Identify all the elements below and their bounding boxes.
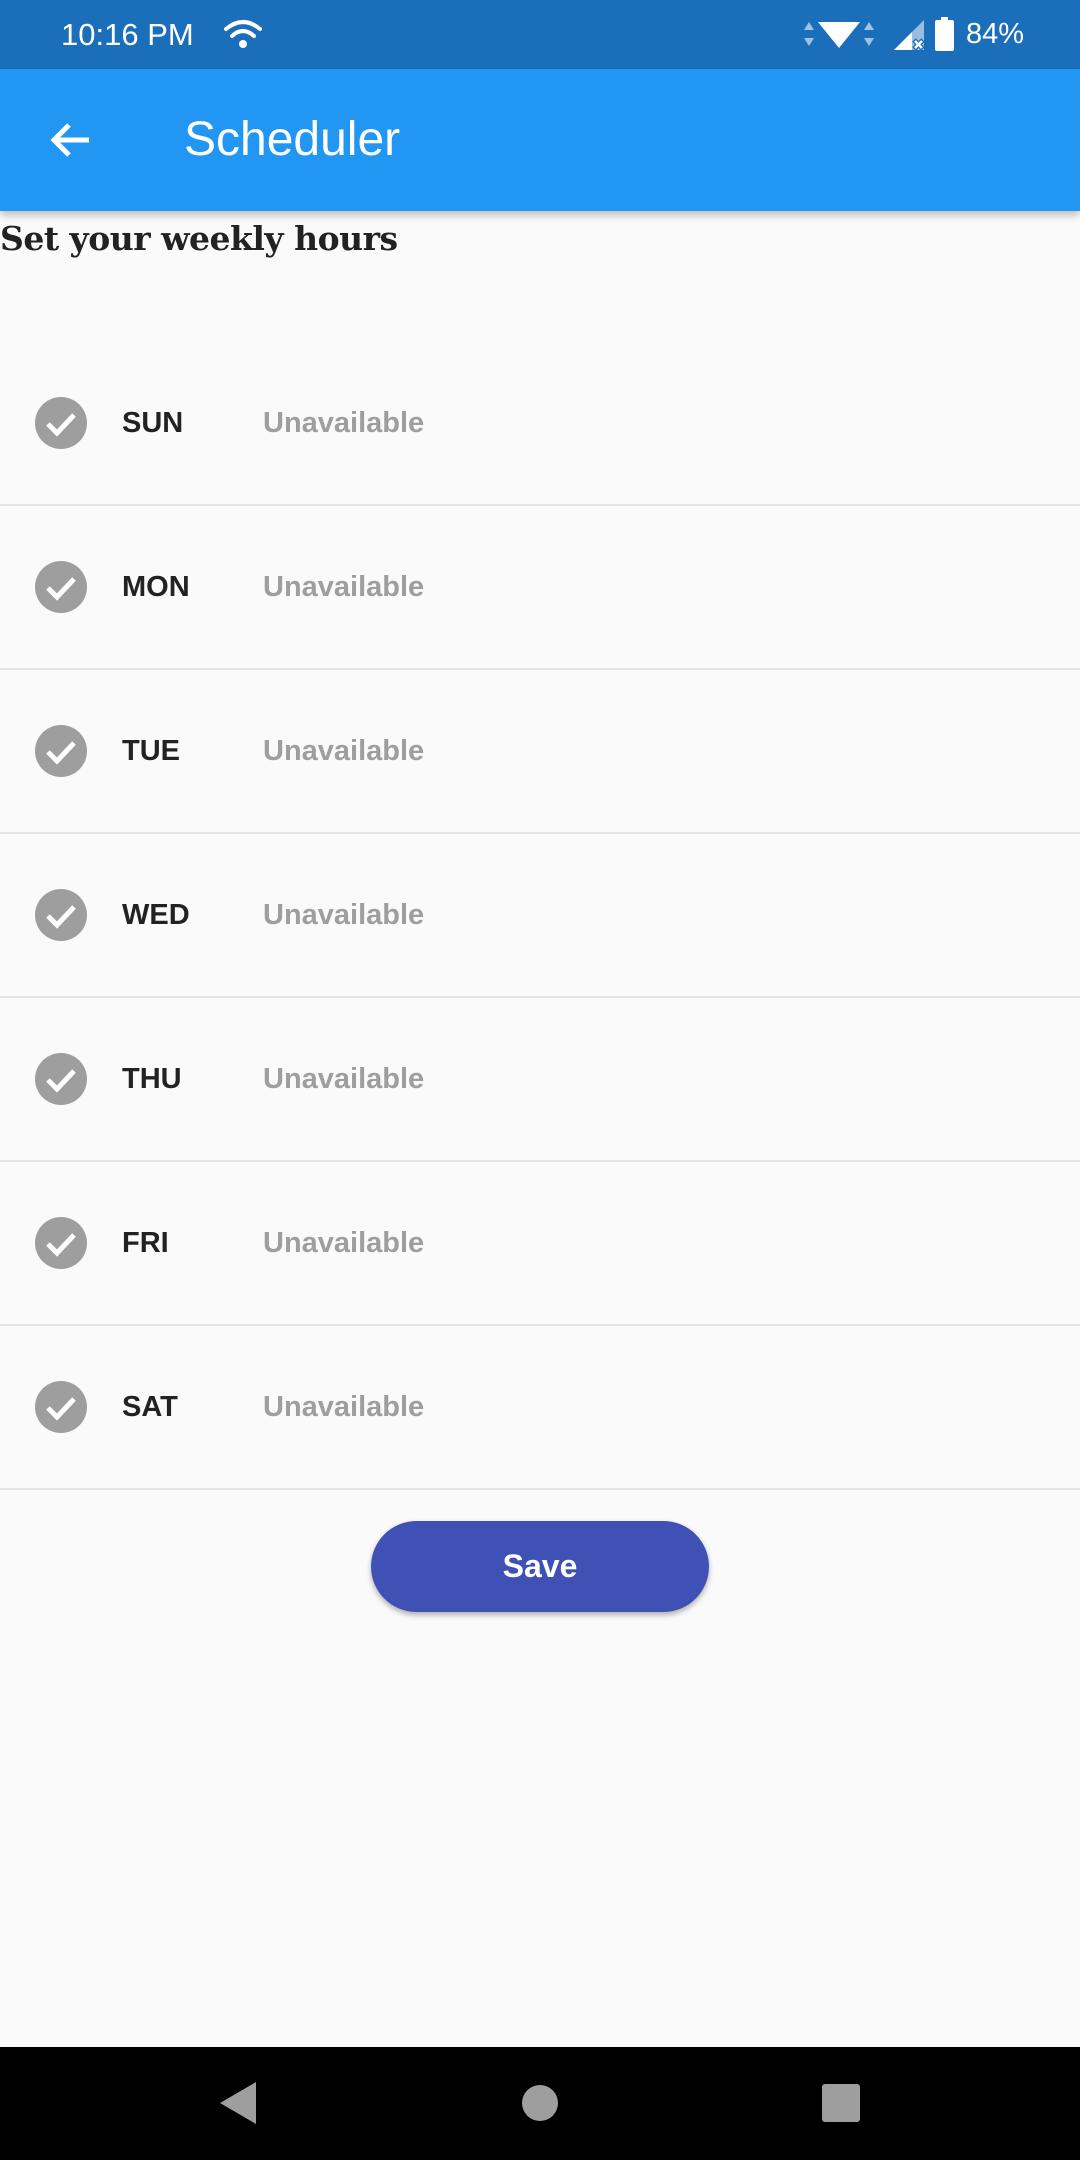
check-circle-icon[interactable] (35, 1053, 87, 1105)
day-list: SUN Unavailable MON Unavailable TUE Unav… (0, 342, 1080, 1490)
navigation-bar (0, 2047, 1080, 2160)
day-row-sat[interactable]: SAT Unavailable (0, 1326, 1080, 1490)
day-label: WED (122, 899, 190, 931)
day-status: Unavailable (263, 571, 425, 603)
day-row-thu[interactable]: THU Unavailable (0, 998, 1080, 1162)
day-label: MON (122, 571, 190, 603)
day-status: Unavailable (263, 1063, 425, 1095)
check-circle-icon[interactable] (35, 561, 87, 613)
day-status: Unavailable (263, 1227, 425, 1259)
app-bar: Scheduler (0, 69, 1080, 211)
day-label: THU (122, 1063, 182, 1095)
save-button[interactable]: Save (371, 1521, 709, 1612)
arrow-left-icon (50, 123, 89, 157)
data-arrows-icon (804, 22, 874, 48)
day-row-fri[interactable]: FRI Unavailable (0, 1162, 1080, 1326)
check-circle-icon[interactable] (35, 725, 87, 777)
day-row-sun[interactable]: SUN Unavailable (0, 342, 1080, 506)
status-bar: 10:16 PM 84% (0, 0, 1080, 69)
nav-recents-icon[interactable] (822, 2084, 860, 2122)
check-circle-icon[interactable] (35, 397, 87, 449)
day-row-mon[interactable]: MON Unavailable (0, 506, 1080, 670)
section-title: Set your weekly hours (0, 219, 398, 258)
day-status: Unavailable (263, 735, 425, 767)
day-label: SUN (122, 407, 184, 439)
page-title: Scheduler (184, 113, 401, 166)
back-button[interactable] (35, 104, 107, 176)
check-circle-icon[interactable] (35, 1217, 87, 1269)
status-time: 10:16 PM (61, 17, 194, 52)
signal-icon (894, 20, 925, 51)
nav-back-icon[interactable] (218, 2080, 258, 2126)
day-status: Unavailable (263, 407, 425, 439)
battery-percentage: 84% (966, 18, 1025, 50)
nav-home-icon[interactable] (522, 2085, 558, 2121)
day-row-tue[interactable]: TUE Unavailable (0, 670, 1080, 834)
wifi-icon (224, 20, 262, 48)
day-row-wed[interactable]: WED Unavailable (0, 834, 1080, 998)
day-label: SAT (122, 1391, 178, 1423)
day-label: TUE (122, 735, 180, 767)
day-status: Unavailable (263, 1391, 425, 1423)
battery-icon (935, 17, 954, 51)
day-label: FRI (122, 1227, 169, 1259)
check-circle-icon[interactable] (35, 889, 87, 941)
check-circle-icon[interactable] (35, 1381, 87, 1433)
day-status: Unavailable (263, 899, 425, 931)
